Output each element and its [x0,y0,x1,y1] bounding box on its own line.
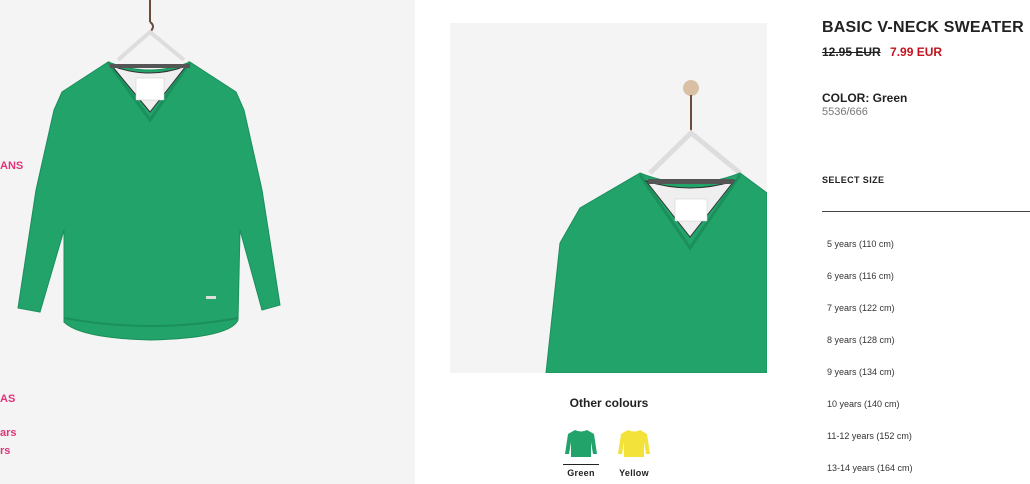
main-product-image[interactable]: ANS AS ars rs [0,0,415,484]
other-colours-heading: Other colours [569,396,649,410]
yellow-sweater-thumbnail [618,430,650,457]
colour-option-label: Green [567,468,595,478]
colour-option-label: Yellow [619,468,649,478]
sidebar-link[interactable]: AS [0,393,15,405]
product-reference: 5536/666 [822,106,868,118]
size-option[interactable]: 8 years (128 cm) [827,335,895,345]
size-option[interactable]: 5 years (110 cm) [827,239,894,249]
size-divider [822,211,1030,212]
green-sweater-front-image [17,0,281,341]
size-option[interactable]: 6 years (116 cm) [827,271,894,281]
size-option[interactable]: 10 years (140 cm) [827,399,900,409]
sidebar-link[interactable]: ANS [0,160,23,172]
select-size-label: SELECT SIZE [822,175,885,185]
colour-option-yellow[interactable]: Yellow [614,426,654,478]
green-sweater-thumbnail [565,430,597,457]
product-title: BASIC V-NECK SWEATER [822,19,1024,36]
sidebar-link[interactable]: rs [0,445,10,457]
sale-price: 7.99 EUR [890,45,943,59]
old-price: 12.95 EUR [822,45,881,59]
sidebar-link[interactable]: ars [0,427,17,439]
detail-product-image[interactable] [450,23,767,373]
selected-indicator [563,464,599,465]
size-option[interactable]: 11-12 years (152 cm) [827,431,912,441]
green-sweater-detail-image [545,80,767,373]
price-block: 12.95 EUR 7.99 EUR [822,45,942,59]
size-option[interactable]: 9 years (134 cm) [827,367,895,377]
colour-option-green[interactable]: Green [561,426,601,478]
selected-color-label: COLOR: Green [822,91,908,105]
size-option[interactable]: 13-14 years (164 cm) [827,463,913,473]
size-option[interactable]: 7 years (122 cm) [827,303,895,313]
